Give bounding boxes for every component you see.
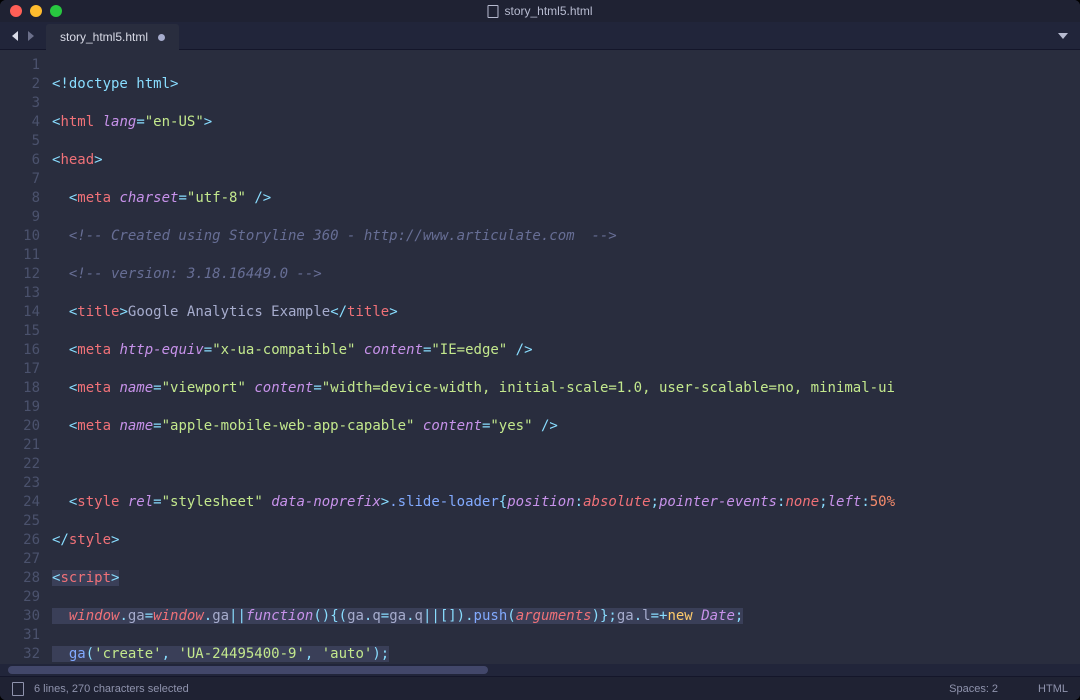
file-icon[interactable] — [12, 682, 24, 696]
scrollbar-thumb[interactable] — [8, 666, 488, 674]
nav-arrows — [0, 22, 46, 49]
indent-status[interactable]: Spaces: 2 — [949, 683, 998, 695]
forward-icon[interactable] — [28, 31, 34, 41]
horizontal-scrollbar[interactable] — [0, 664, 1080, 676]
editor-window: story_html5.html story_html5.html 1 2 3 … — [0, 0, 1080, 700]
titlebar[interactable]: story_html5.html — [0, 0, 1080, 22]
selection-status: 6 lines, 270 characters selected — [34, 683, 189, 695]
minimize-icon[interactable] — [30, 5, 42, 17]
status-bar: 6 lines, 270 characters selected Spaces:… — [0, 676, 1080, 700]
title-text: story_html5.html — [504, 4, 592, 18]
language-status[interactable]: HTML — [1038, 683, 1068, 695]
tab-active[interactable]: story_html5.html — [46, 24, 179, 50]
file-icon — [487, 5, 498, 18]
zoom-icon[interactable] — [50, 5, 62, 17]
title-filename: story_html5.html — [487, 4, 592, 18]
modified-dot-icon — [158, 34, 165, 41]
tab-bar: story_html5.html — [0, 22, 1080, 50]
line-gutter[interactable]: 1 2 3 4 5 6 7 8 9 10 11 12 13 14 15 16 1… — [0, 50, 52, 664]
tab-spacer[interactable] — [179, 22, 1058, 49]
tab-dropdown-icon[interactable] — [1058, 33, 1068, 39]
tab-label: story_html5.html — [60, 30, 148, 44]
code-content[interactable]: <!doctype html> <html lang="en-US"> <hea… — [52, 50, 1080, 664]
close-icon[interactable] — [10, 5, 22, 17]
editor-area: 1 2 3 4 5 6 7 8 9 10 11 12 13 14 15 16 1… — [0, 50, 1080, 664]
back-icon[interactable] — [12, 31, 18, 41]
traffic-lights — [0, 5, 62, 17]
